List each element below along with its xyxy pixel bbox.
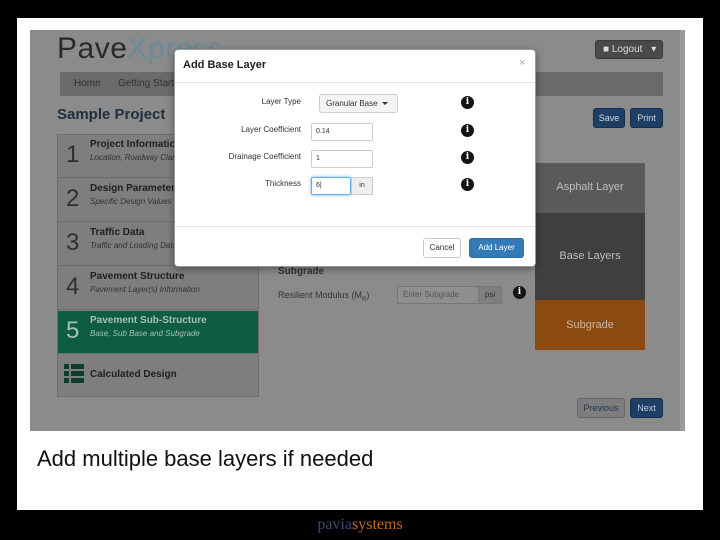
step-pavement-substructure[interactable]: 5 Pavement Sub-Structure Base, Sub Base … xyxy=(58,311,258,354)
layer-type-select[interactable]: Granular Base xyxy=(319,94,398,113)
app-screenshot: PaveXpress ■ Logout ▾ Home Getting Start… xyxy=(30,30,685,431)
subgrade-input[interactable]: Enter Subgrade xyxy=(397,286,479,304)
add-layer-button[interactable]: Add Layer xyxy=(469,238,524,258)
logout-button[interactable]: ■ Logout ▾ xyxy=(595,40,663,59)
scrollbar[interactable] xyxy=(680,30,685,431)
asphalt-layer[interactable]: Asphalt Layer xyxy=(535,163,645,213)
layer-type-label: Layer Type xyxy=(261,97,301,106)
cancel-button[interactable]: Cancel xyxy=(423,238,461,258)
user-icon: ■ xyxy=(603,44,610,55)
thickness-input[interactable]: 6| xyxy=(311,177,351,195)
drainage-coefficient-label: Drainage Coefficient xyxy=(228,152,301,161)
save-button[interactable]: Save xyxy=(593,108,625,128)
info-icon[interactable]: i xyxy=(461,96,474,109)
print-button[interactable]: Print xyxy=(630,108,663,128)
info-icon[interactable]: i xyxy=(513,286,526,299)
info-icon[interactable]: i xyxy=(461,178,474,191)
base-layers[interactable]: Base Layers xyxy=(535,213,645,300)
close-icon[interactable]: × xyxy=(519,57,525,69)
divider xyxy=(175,82,535,83)
add-base-layer-dialog: Add Base Layer × Layer Type Granular Bas… xyxy=(174,49,536,267)
thickness-label: Thickness xyxy=(264,179,301,188)
previous-button[interactable]: Previous xyxy=(577,398,625,418)
info-icon[interactable]: i xyxy=(461,124,474,137)
next-button[interactable]: Next xyxy=(630,398,663,418)
list-icon xyxy=(64,364,84,383)
subgrade-layer[interactable]: Subgrade xyxy=(535,300,645,350)
slide: PaveXpress ■ Logout ▾ Home Getting Start… xyxy=(17,18,703,510)
page-title: Sample Project xyxy=(57,106,166,123)
step-calculated-design[interactable]: Calculated Design xyxy=(58,355,258,398)
drainage-coefficient-input[interactable]: 1 xyxy=(311,150,373,168)
divider xyxy=(175,226,535,227)
psi-unit: psi xyxy=(478,286,502,304)
thickness-unit: in xyxy=(351,177,373,195)
subgrade-heading: Subgrade xyxy=(278,266,325,277)
dialog-title: Add Base Layer xyxy=(183,59,267,71)
brand-logo: paviasystems xyxy=(317,516,403,533)
layer-coefficient-input[interactable]: 0.14 xyxy=(311,123,373,141)
slide-caption: Add multiple base layers if needed xyxy=(37,446,374,471)
nav-home[interactable]: Home xyxy=(74,78,101,89)
info-icon[interactable]: i xyxy=(461,151,474,164)
caret-down-icon xyxy=(381,102,388,106)
step-pavement-structure[interactable]: 4 Pavement Structure Pavement Layer(s) I… xyxy=(58,267,258,310)
layer-coefficient-label: Layer Coefficient xyxy=(241,125,301,134)
resilient-modulus-label: Resilient Modulus (MR) xyxy=(278,290,370,303)
chevron-down-icon: ▾ xyxy=(651,44,657,55)
